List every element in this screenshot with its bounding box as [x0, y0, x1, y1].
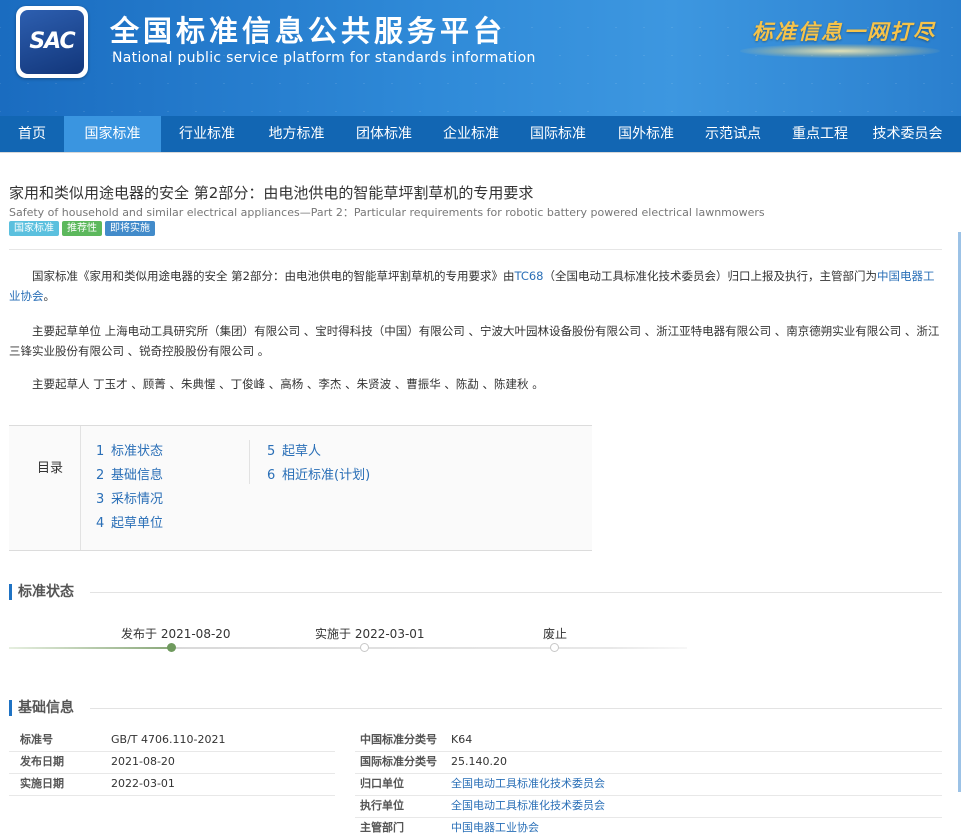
toc-column-2: 5 起草人 6 相近标准(计划): [267, 440, 370, 488]
intro-paragraph-1: 国家标准《家用和类似用途电器的安全 第2部分：由电池供电的智能草坪割草机的专用要…: [9, 266, 942, 306]
intro-text: 。: [43, 289, 56, 303]
tag-recommended: 推荐性: [62, 221, 102, 236]
section-marker: [9, 584, 12, 600]
timeline-progress-line: [9, 647, 172, 649]
toc-item-number: 5: [267, 444, 276, 459]
field-label-effective-date: 实施日期: [20, 777, 64, 790]
nav-item-foreign-standards[interactable]: 国外标准: [602, 116, 690, 152]
nav-item-group-standards[interactable]: 团体标准: [340, 116, 428, 152]
field-label-ics: 国际标准分类号: [360, 755, 437, 768]
nav-item-pilot-demo[interactable]: 示范试点: [690, 116, 776, 152]
site-title: 全国标准信息公共服务平台: [110, 14, 507, 48]
toc-item-number: 4: [96, 516, 105, 531]
field-value-authority[interactable]: 中国电器工业协会: [451, 817, 539, 839]
tag-upcoming: 即将实施: [105, 221, 155, 236]
toc-item-status[interactable]: 1 标准状态: [96, 440, 163, 464]
intro-text: （全国电动工具标准化技术委员会）归口上报及执行，主管部门为: [543, 269, 877, 283]
field-value-executing-unit[interactable]: 全国电动工具标准化技术委员会: [451, 795, 605, 817]
toc-item-number: 6: [267, 468, 276, 483]
toc-label: 目录: [37, 461, 64, 476]
sac-logo-text: SAC: [20, 10, 84, 74]
nav-item-enterprise-standards[interactable]: 企业标准: [428, 116, 514, 152]
table-row: 实施日期 2022-03-01 归口单位 全国电动工具标准化技术委员会: [9, 773, 942, 796]
field-value-effective-date: 2022-03-01: [111, 777, 175, 790]
toc-item-label: 相近标准(计划): [282, 468, 371, 483]
divider: [0, 152, 961, 153]
table-row: 发布日期 2021-08-20 国际标准分类号 25.140.20: [9, 751, 942, 774]
divider: [9, 249, 942, 250]
table-row: 主管部门 中国电器工业协会: [9, 817, 942, 839]
standard-title-cn: 家用和类似用途电器的安全 第2部分：由电池供电的智能草坪割草机的专用要求: [9, 184, 534, 202]
section-header-status: 标准状态: [0, 580, 961, 604]
table-of-contents: 目录 1 标准状态 2 基础信息 3 采标情况 4 起草单位 5 起草人 6 相近标准(计划…: [9, 425, 592, 551]
nav-item-international-standards[interactable]: 国际标准: [514, 116, 602, 152]
timeline-label-abolished: 废止: [543, 627, 568, 641]
nav-item-tech-committees[interactable]: 技术委员会: [864, 116, 951, 152]
field-label-standard-number: 标准号: [20, 733, 53, 746]
section-header-basic-info: 基础信息: [0, 696, 961, 720]
nav-item-key-projects[interactable]: 重点工程: [776, 116, 864, 152]
toc-item-label: 标准状态: [111, 444, 164, 459]
toc-divider: [249, 440, 250, 484]
field-value-responsible-unit[interactable]: 全国电动工具标准化技术委员会: [451, 773, 605, 795]
intro-text: 国家标准《家用和类似用途电器的安全 第2部分：由电池供电的智能草坪割草机的专用要…: [32, 269, 515, 283]
timeline-remaining-line: [172, 647, 687, 649]
standard-title-en: Safety of household and similar electric…: [9, 206, 765, 219]
slogan-swoosh: [740, 44, 940, 58]
nav-item-local-standards[interactable]: 地方标准: [253, 116, 340, 152]
toc-item-drafters[interactable]: 5 起草人: [267, 440, 370, 464]
timeline-label-effective: 实施于 2022-03-01: [315, 627, 425, 641]
field-label-responsible-unit: 归口单位: [360, 777, 404, 790]
field-label-executing-unit: 执行单位: [360, 799, 404, 812]
timeline-dot-published: [167, 643, 176, 652]
toc-item-number: 2: [96, 468, 105, 483]
timeline-dot-abolished: [550, 643, 559, 652]
section-rule: [90, 708, 942, 709]
standard-tags: 国家标准 推荐性 即将实施: [9, 221, 155, 236]
committee-link[interactable]: TC68: [514, 269, 543, 283]
field-label-ccs: 中国标准分类号: [360, 733, 437, 746]
table-row: 标准号 GB/T 4706.110-2021 中国标准分类号 K64: [9, 729, 942, 752]
sac-logo[interactable]: SAC: [16, 6, 88, 78]
field-value-ics: 25.140.20: [451, 755, 507, 768]
toc-column-1: 1 标准状态 2 基础信息 3 采标情况 4 起草单位: [96, 440, 163, 536]
toc-item-number: 1: [96, 444, 105, 459]
field-value-ccs: K64: [451, 733, 473, 746]
field-value-publish-date: 2021-08-20: [111, 755, 175, 768]
nav-item-national-standards[interactable]: 国家标准: [64, 116, 161, 152]
field-value-standard-number: GB/T 4706.110-2021: [111, 733, 226, 746]
nav-item-home[interactable]: 首页: [0, 116, 64, 152]
intro-paragraph-3: 主要起草人 丁玉才 、顾菁 、朱典惺 、丁俊峰 、高杨 、李杰 、朱贤波 、曹振…: [32, 377, 544, 391]
site-subtitle: National public service platform for sta…: [112, 50, 536, 66]
toc-item-number: 3: [96, 492, 105, 507]
toc-item-label: 采标情况: [111, 492, 164, 507]
intro-paragraph-2: 主要起草单位 上海电动工具研究所（集团）有限公司 、宝时得科技（中国）有限公司 …: [9, 324, 940, 358]
section-rule: [90, 592, 942, 593]
table-row: 执行单位 全国电动工具标准化技术委员会: [9, 795, 942, 818]
toc-item-label: 基础信息: [111, 468, 164, 483]
section-title: 基础信息: [18, 700, 74, 716]
toc-item-label: 起草单位: [111, 516, 164, 531]
toc-item-label: 起草人: [282, 444, 322, 459]
toc-item-basic-info[interactable]: 2 基础信息: [96, 464, 163, 488]
nav-item-industry-standards[interactable]: 行业标准: [161, 116, 253, 152]
timeline-dot-effective: [360, 643, 369, 652]
section-title: 标准状态: [18, 584, 74, 600]
field-label-authority: 主管部门: [360, 821, 404, 834]
site-header: SAC 全国标准信息公共服务平台 National public service…: [0, 0, 961, 116]
section-marker: [9, 700, 12, 716]
toc-item-adoption[interactable]: 3 采标情况: [96, 488, 163, 512]
toc-divider: [80, 426, 81, 550]
main-nav: 首页 国家标准 行业标准 地方标准 团体标准 企业标准 国际标准 国外标准 示范…: [0, 116, 961, 152]
tag-national-standard: 国家标准: [9, 221, 59, 236]
toc-item-drafting-units[interactable]: 4 起草单位: [96, 512, 163, 536]
toc-item-similar-standards[interactable]: 6 相近标准(计划): [267, 464, 370, 488]
timeline-label-published: 发布于 2021-08-20: [121, 627, 231, 641]
site-slogan: 标准信息一网打尽: [752, 19, 936, 44]
field-label-publish-date: 发布日期: [20, 755, 64, 768]
